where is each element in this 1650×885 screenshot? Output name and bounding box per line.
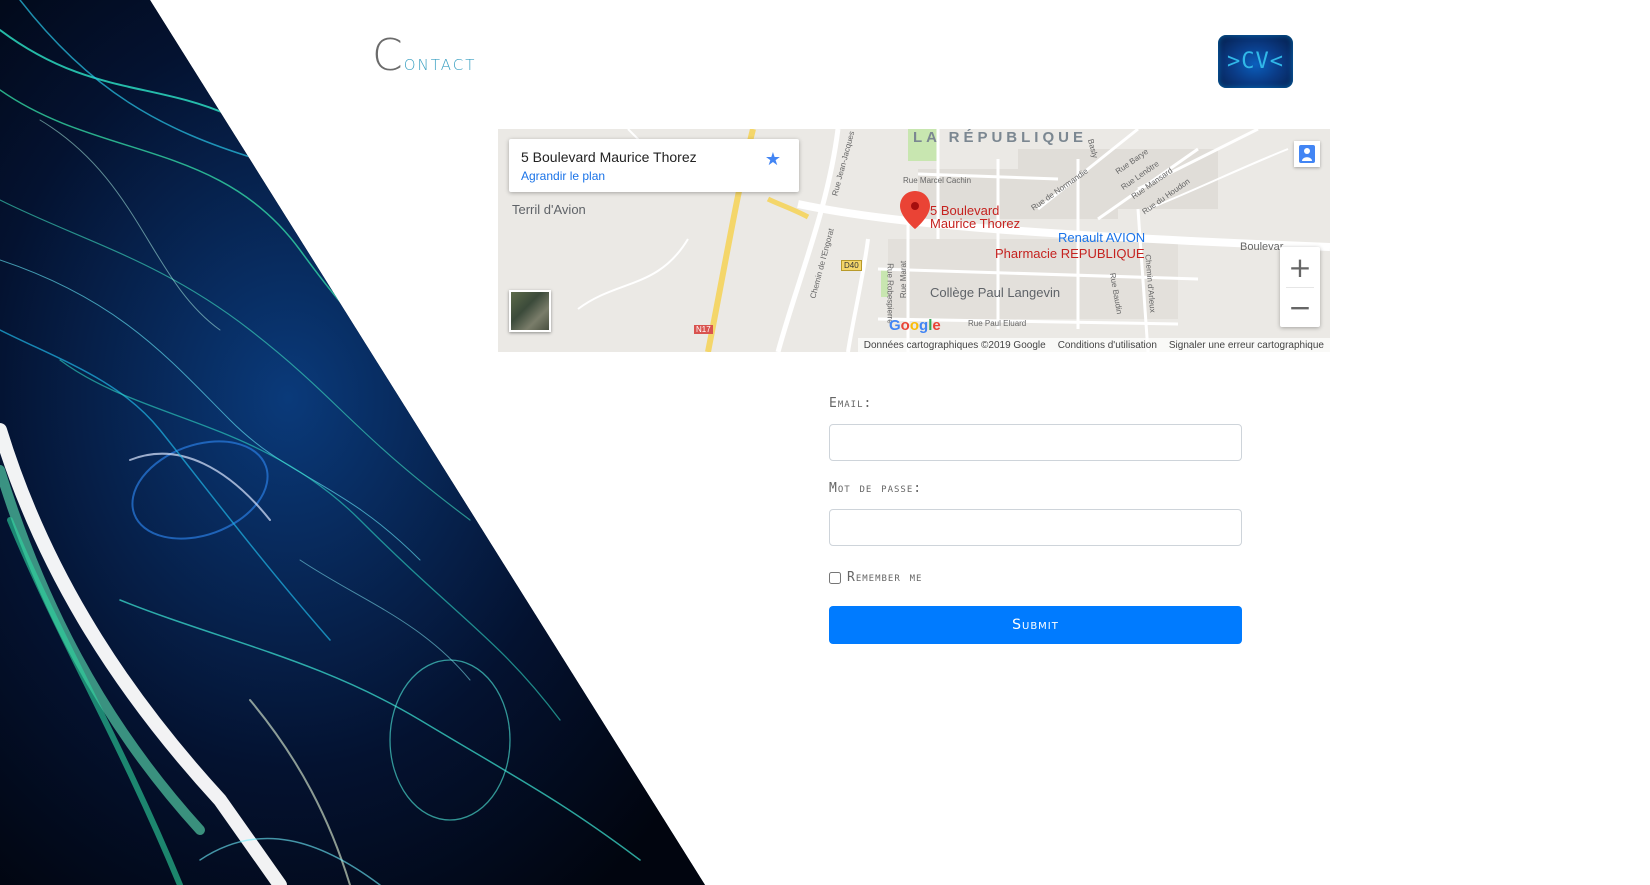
email-field[interactable]: [829, 424, 1242, 461]
map-attribution: Données cartographiques ©2019 Google Con…: [857, 338, 1330, 352]
password-label: Mot de passe:: [829, 481, 923, 496]
map-street-paul-eluard: Rue Paul Eluard: [968, 319, 1027, 328]
map-street-robespierre: Rue Robespierre: [885, 263, 895, 324]
page-title-rest: ontact: [403, 51, 477, 76]
email-label: Email:: [829, 396, 873, 411]
page-title-initial: C: [372, 30, 404, 81]
map-zoom-control: + −: [1280, 247, 1320, 327]
map-poi-renault: Renault AVION: [1058, 230, 1146, 245]
page-title: Contact: [372, 30, 476, 81]
map-road-d40: D40: [841, 260, 862, 271]
map-road-n17: N17: [694, 325, 713, 334]
map-report-error-link[interactable]: Signaler une erreur cartographique: [1169, 340, 1324, 351]
map-street-marat: Rue Marat: [899, 260, 909, 299]
street-view-pegman-icon[interactable]: [1294, 141, 1320, 167]
map-poi-college: Collège Paul Langevin: [930, 285, 1061, 300]
remember-me-row: Remember me: [829, 570, 922, 585]
map-street-marcel-cachin: Rue Marcel Cachin: [903, 176, 972, 185]
password-field[interactable]: [829, 509, 1242, 546]
map-info-card: 5 Boulevard Maurice Thorez Agrandir le p…: [509, 139, 799, 192]
cv-logo-text: >CV<: [1227, 49, 1284, 74]
map-poi-pharmacie: Pharmacie REPUBLIQUE: [995, 246, 1145, 261]
map-place-name: 5 Boulevard Maurice Thorez: [521, 149, 697, 165]
zoom-in-button[interactable]: +: [1280, 247, 1320, 287]
remember-me-label: Remember me: [847, 570, 923, 585]
remember-me-checkbox[interactable]: [829, 571, 841, 584]
map-street-boulevard: Boulevar: [1240, 241, 1284, 253]
satellite-toggle-button[interactable]: [509, 290, 551, 332]
map-district-label: LA RÉPUBLIQUE: [913, 129, 1087, 146]
map-data-attribution: Données cartographiques ©2019 Google: [863, 339, 1046, 351]
cv-logo-link[interactable]: >CV<: [1218, 35, 1293, 88]
map-enlarge-link[interactable]: Agrandir le plan: [521, 169, 605, 183]
zoom-divider: [1286, 287, 1314, 288]
submit-button[interactable]: Submit: [829, 606, 1242, 644]
embedded-map[interactable]: LA RÉPUBLIQUE Terril d'Avion 5 Boulevard…: [498, 129, 1330, 352]
map-marker-label: 5 Boulevard Maurice Thorez: [930, 204, 1020, 230]
map-marker-label-line2: Maurice Thorez: [930, 216, 1021, 231]
google-logo: Google: [889, 317, 941, 334]
zoom-out-button[interactable]: −: [1280, 287, 1320, 327]
map-terms-link[interactable]: Conditions d'utilisation: [1058, 340, 1157, 351]
save-star-icon[interactable]: ★: [765, 149, 781, 170]
map-poi-terril: Terril d'Avion: [512, 202, 586, 217]
